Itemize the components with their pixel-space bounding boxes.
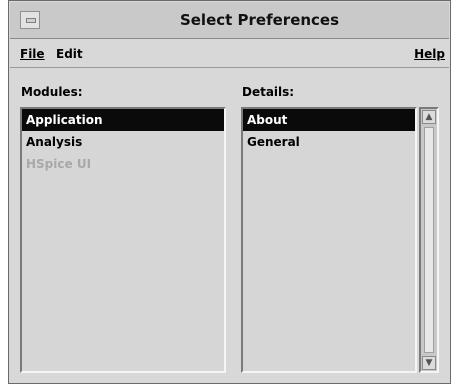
details-label: Details: [242,85,295,99]
menu-help[interactable]: Help [414,47,445,61]
preferences-window: Select Preferences File Edit Help Module… [8,0,451,384]
module-item-application[interactable]: Application [22,109,224,131]
window-title: Select Preferences [179,11,340,29]
menu-file[interactable]: File [20,47,45,61]
scroll-thumb[interactable] [424,127,434,353]
detail-item-general[interactable]: General [243,131,415,153]
details-list[interactable]: About General [241,107,417,373]
module-item-hspice-ui: HSpice UI [26,157,92,171]
scroll-down-arrow-icon[interactable]: ▼ [422,356,436,370]
menu-bar: File Edit Help [10,39,449,68]
scroll-up-arrow-icon[interactable]: ▲ [422,110,436,124]
modules-label: Modules: [21,85,83,99]
detail-item-about[interactable]: About [243,109,415,131]
details-scrollbar[interactable]: ▲ ▼ [419,107,439,373]
module-item-analysis[interactable]: Analysis [22,131,224,153]
title-bar[interactable]: Select Preferences [10,2,449,39]
modules-list[interactable]: Application Analysis HSpice UI [20,107,226,373]
menu-edit[interactable]: Edit [56,47,83,61]
